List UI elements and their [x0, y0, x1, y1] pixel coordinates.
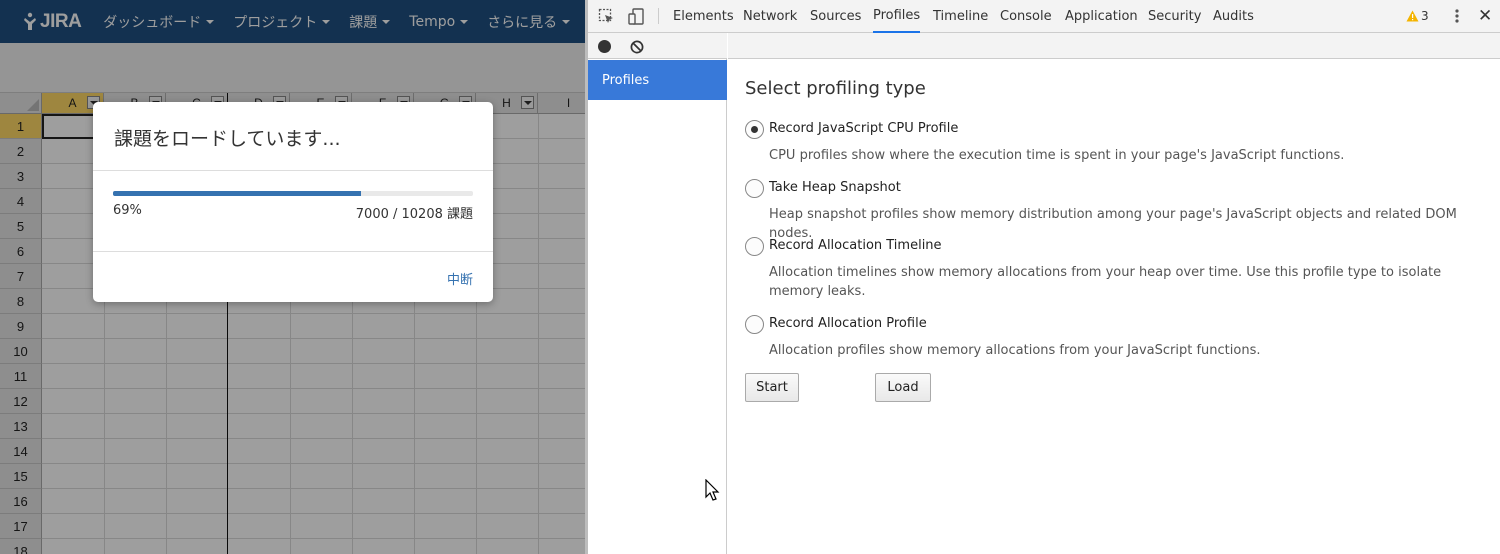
sidebar-toolbar: [588, 33, 727, 59]
devtools-panel: Elements Network Sources Profiles Timeli…: [585, 0, 1500, 554]
dialog-title: 課題をロードしています...: [114, 128, 341, 150]
clear-icon[interactable]: [630, 39, 644, 58]
progress-bar: [113, 191, 473, 196]
cancel-link[interactable]: 中断: [447, 269, 473, 288]
option-description: Allocation timelines show memory allocat…: [769, 265, 1442, 299]
progress-bar-fill: [113, 191, 362, 196]
mouse-cursor-icon: [705, 479, 720, 501]
divider: [93, 251, 493, 252]
warning-icon: [1406, 10, 1419, 22]
profile-launcher: Select profiling type Record JavaScript …: [728, 59, 1500, 554]
tab-application[interactable]: Application: [1065, 0, 1138, 33]
option-label: Take Heap Snapshot: [769, 180, 901, 195]
devtools-tab-bar: Elements Network Sources Profiles Timeli…: [588, 0, 1500, 33]
main-toolbar: [728, 33, 1500, 59]
start-button[interactable]: Start: [745, 373, 799, 402]
loading-dialog: 課題をロードしています... 69% 7000 / 10208 課題 中断: [93, 102, 493, 302]
radio-heap-snapshot[interactable]: [745, 179, 764, 198]
progress-percent: 69%: [113, 203, 142, 218]
profiles-sidebar: Profiles: [588, 33, 727, 554]
tab-sources[interactable]: Sources: [810, 0, 861, 33]
radio-allocation-timeline[interactable]: [745, 237, 764, 256]
option-label: Record Allocation Profile: [769, 316, 927, 331]
option-description: CPU profiles show where the execution ti…: [769, 148, 1345, 163]
device-toolbar-icon[interactable]: [628, 8, 645, 29]
tab-audits[interactable]: Audits: [1213, 0, 1254, 33]
divider: [93, 170, 493, 171]
tab-profiles[interactable]: Profiles: [873, 0, 921, 33]
warning-count: 3: [1421, 9, 1429, 23]
warnings-counter[interactable]: 3: [1406, 9, 1429, 23]
tab-network[interactable]: Network: [743, 0, 797, 33]
tab-console[interactable]: Console: [1000, 0, 1052, 33]
progress-count: 7000 / 10208 課題: [355, 207, 473, 222]
tab-security[interactable]: Security: [1148, 0, 1201, 33]
radio-allocation-profile[interactable]: [745, 315, 764, 334]
option-label: Record Allocation Timeline: [769, 238, 942, 253]
inspect-element-icon[interactable]: [598, 8, 615, 29]
launcher-title: Select profiling type: [745, 78, 926, 99]
more-options-icon[interactable]: [1454, 8, 1460, 28]
load-button[interactable]: Load: [875, 373, 931, 402]
tab-elements[interactable]: Elements: [673, 0, 734, 33]
sidebar-item-profiles[interactable]: Profiles: [588, 60, 727, 100]
record-icon[interactable]: [598, 40, 611, 53]
toolbar-divider: [658, 8, 659, 24]
radio-cpu-profile[interactable]: [745, 120, 764, 139]
jira-app: JIRA ダッシュボード プロジェクト 課題 Tempo さらに見る A B C…: [0, 0, 585, 554]
option-description: Allocation profiles show memory allocati…: [769, 343, 1261, 358]
option-label: Record JavaScript CPU Profile: [769, 121, 959, 136]
tab-timeline[interactable]: Timeline: [933, 0, 988, 33]
close-icon[interactable]: ✕: [1478, 6, 1492, 26]
